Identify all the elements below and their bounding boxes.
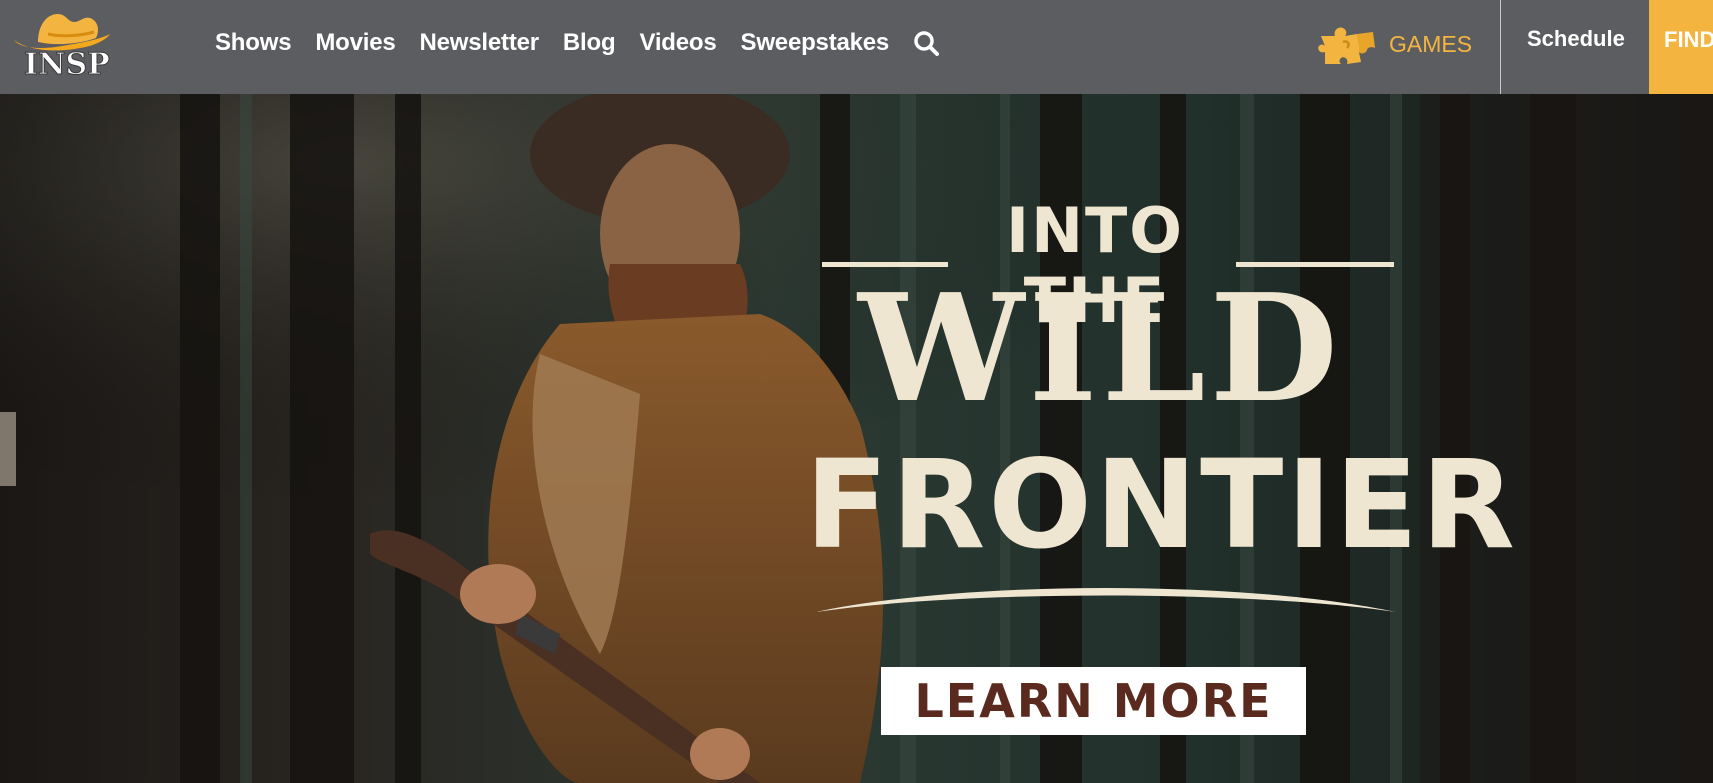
header-divider — [1500, 0, 1501, 94]
learn-more-button[interactable]: LEARN MORE — [881, 667, 1306, 735]
learn-more-label: LEARN MORE — [914, 674, 1273, 728]
nav-videos[interactable]: Videos — [639, 29, 716, 57]
nav-shows[interactable]: Shows — [215, 29, 292, 57]
nav-blog[interactable]: Blog — [563, 29, 616, 57]
nav-newsletter[interactable]: Newsletter — [420, 29, 540, 57]
main-nav: Shows Movies Newsletter Blog Videos Swee… — [215, 0, 940, 86]
cowboy-hat-logo-icon: INSP — [14, 14, 110, 80]
carousel-prev-tab[interactable] — [0, 412, 16, 486]
schedule-link[interactable]: Schedule — [1527, 26, 1625, 52]
hero-title-line2: WILD — [858, 261, 1342, 435]
nav-movies[interactable]: Movies — [315, 29, 395, 57]
games-link[interactable]: GAMES — [1317, 22, 1472, 66]
svg-text:INSP: INSP — [24, 47, 110, 80]
search-icon[interactable] — [913, 30, 940, 56]
hero-title-line3: FRONTIER — [805, 434, 1518, 576]
find-button-label: FIND — [1664, 27, 1713, 52]
insp-logo[interactable]: INSP — [10, 4, 140, 80]
puzzle-icon — [1317, 22, 1379, 66]
games-label: GAMES — [1389, 30, 1473, 57]
nav-sweepstakes[interactable]: Sweepstakes — [741, 29, 890, 57]
site-header: INSP Shows Movies Newsletter Blog Videos… — [0, 0, 1713, 94]
find-channel-button[interactable]: FIND — [1649, 0, 1713, 94]
title-swoosh-decoration — [816, 576, 1396, 616]
